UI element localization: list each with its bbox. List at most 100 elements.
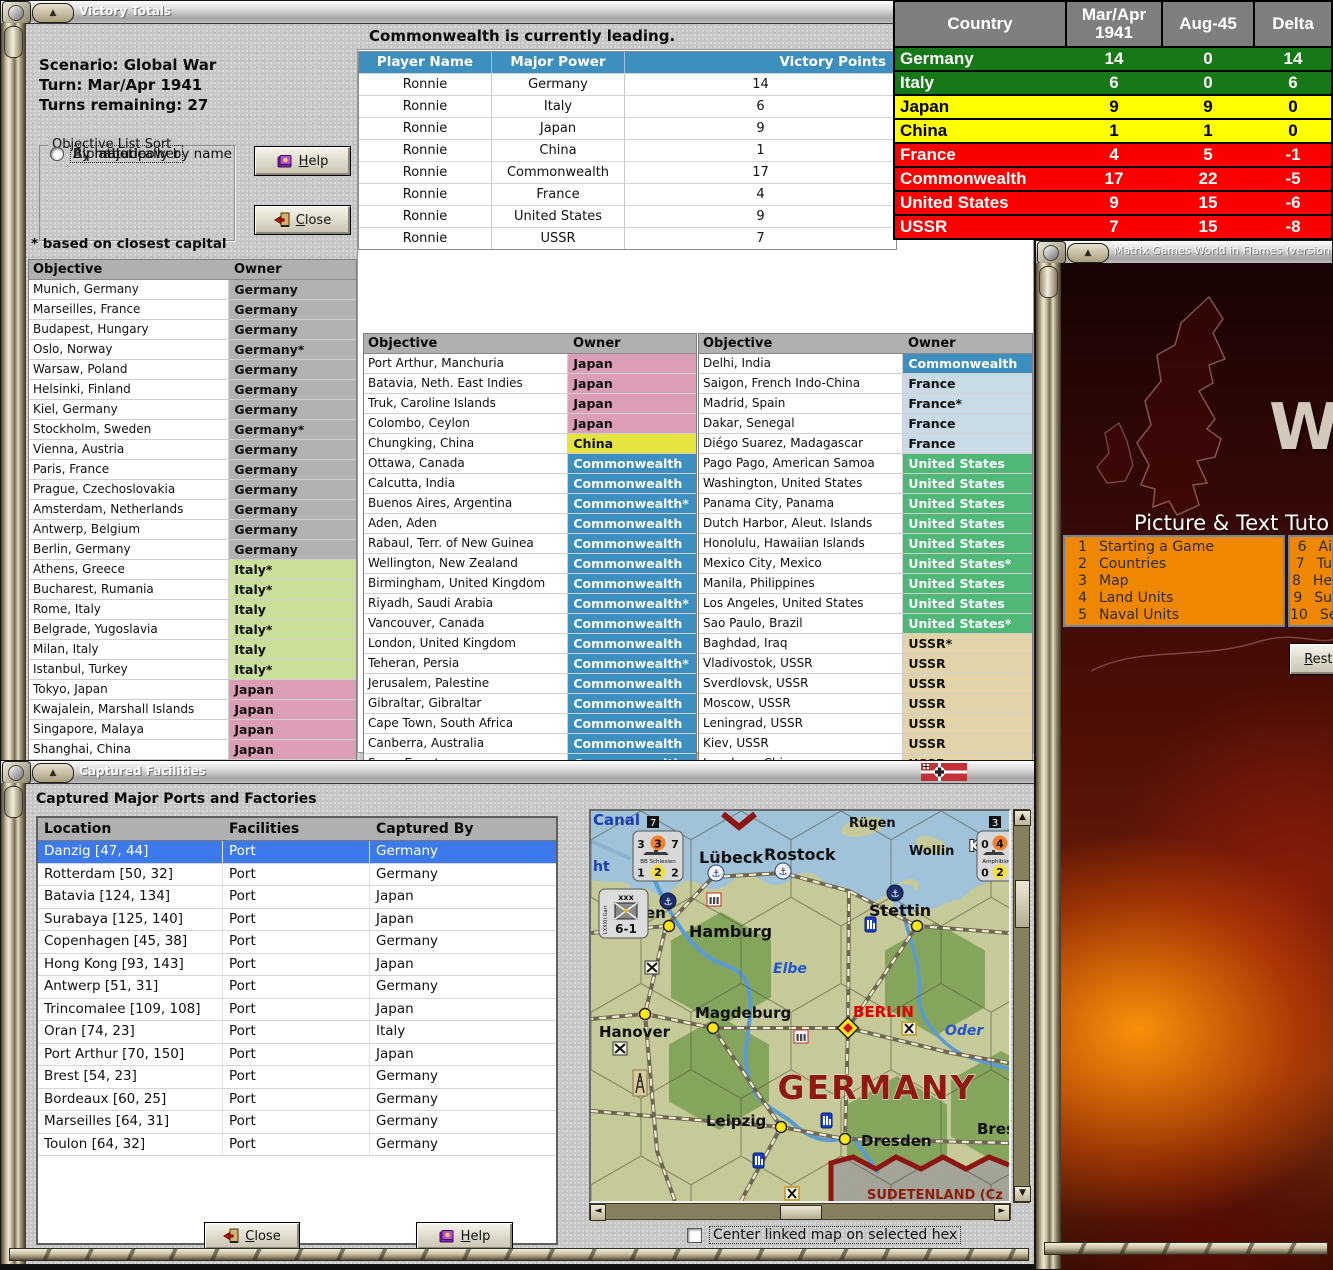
objective-owner: USSR xyxy=(903,674,1032,693)
tutorial-item[interactable]: 4 Land Units xyxy=(1065,590,1283,607)
captured-by: Japan xyxy=(370,999,556,1021)
captured-row[interactable]: Hong Kong [93, 143] Port Japan xyxy=(38,954,556,977)
captured-row[interactable]: Rotterdam [50, 32] Port Germany xyxy=(38,864,556,887)
tutorial-item[interactable]: 3 Map xyxy=(1065,573,1283,590)
victory-titlebar[interactable]: ▲ Victory Totals xyxy=(1,1,1034,24)
objective-name: Manila, Philippines xyxy=(699,574,903,593)
collapse-button[interactable]: ▲ xyxy=(1067,243,1109,263)
objective-row: Budapest, Hungary Germany xyxy=(29,320,356,340)
captured-row[interactable]: Copenhagen [45, 38] Port Germany xyxy=(38,931,556,954)
captured-row[interactable]: Toulon [64, 32] Port Germany xyxy=(38,1134,556,1157)
objective-owner: Commonwealth xyxy=(568,474,696,493)
captured-row[interactable]: Marseilles [64, 31] Port Germany xyxy=(38,1111,556,1134)
objective-row: Moscow, USSR USSR xyxy=(699,694,1032,714)
tutorial-item[interactable]: 7 Tu xyxy=(1290,556,1332,573)
tutorial-item[interactable]: 9 Su xyxy=(1290,590,1332,607)
objective-owner: United States xyxy=(903,534,1032,553)
close-button[interactable]: Close xyxy=(204,1222,300,1250)
captured-row[interactable]: Trincomalee [109, 108] Port Japan xyxy=(38,999,556,1022)
objective-name: Ottawa, Canada xyxy=(364,454,568,473)
turn-line: Turn: Mar/Apr 1941 xyxy=(39,75,216,95)
sort-radio-option[interactable]: By latitude xyxy=(50,146,148,162)
vertical-scroll-thumb[interactable] xyxy=(1015,880,1030,928)
captured-row[interactable]: Danzig [47, 44] Port Germany xyxy=(38,841,556,864)
close-button[interactable]: Close xyxy=(254,205,351,235)
objective-owner: USSR xyxy=(903,734,1032,753)
svg-text:3: 3 xyxy=(992,818,998,829)
location: Copenhagen [45, 38] xyxy=(38,931,223,953)
value-1945: 5 xyxy=(1163,144,1253,166)
objective-table-right: Objective Owner Delhi, India Commonwealt… xyxy=(698,333,1033,775)
captured-row[interactable]: Bordeaux [60, 25] Port Germany xyxy=(38,1089,556,1112)
tutorial-heading: Picture & Text Tuto xyxy=(1134,511,1333,535)
objective-owner: Italy* xyxy=(229,580,356,599)
country-name: Commonwealth xyxy=(895,168,1065,190)
horizontal-scroll-thumb[interactable] xyxy=(780,1205,822,1220)
captured-row[interactable]: Surabaya [125, 140] Port Japan xyxy=(38,909,556,932)
objective-row: Vladivostok, USSR USSR xyxy=(699,654,1032,674)
scroll-left-arrow[interactable]: ◄ xyxy=(590,1204,606,1221)
tutorial-number: 10 xyxy=(1290,607,1308,624)
collapse-button[interactable]: ▲ xyxy=(32,763,74,783)
checkbox-icon[interactable] xyxy=(687,1228,702,1243)
tutorial-item[interactable]: 8 He xyxy=(1290,573,1332,590)
svg-text:Leipzig: Leipzig xyxy=(706,1112,766,1130)
tutorial-item[interactable]: 1 Starting a Game xyxy=(1065,539,1283,556)
delta-value: 0 xyxy=(1255,120,1331,142)
objective-list: Munich, Germany Germany Marseilles, Fran… xyxy=(29,280,356,780)
facility: Port xyxy=(223,931,370,953)
objective-owner: France xyxy=(903,374,1032,393)
objective-row: Vienna, Austria Germany xyxy=(29,440,356,460)
map-vertical-scrollbar[interactable]: ▲ ▼ xyxy=(1013,809,1030,1203)
flames-titlebar[interactable]: ▲ Matrix Games World in Flames (version … xyxy=(1036,241,1332,264)
objective-owner: France xyxy=(903,434,1032,453)
garrison-counter[interactable]: xxx 6-1 LXXXII Garr xyxy=(599,889,648,938)
scroll-up-arrow[interactable]: ▲ xyxy=(1014,810,1031,826)
captured-titlebar[interactable]: ▲ Captured Facilities xyxy=(1,761,1034,784)
objective-name: Athens, Greece xyxy=(29,560,229,579)
help-button[interactable]: Help xyxy=(416,1222,513,1250)
tutorial-label: He xyxy=(1313,573,1332,590)
radio-icon[interactable] xyxy=(50,147,64,161)
major-power: China xyxy=(492,139,625,161)
objective-name: Marseilles, France xyxy=(29,300,229,319)
tutorial-number: 4 xyxy=(1065,590,1087,607)
objective-row: Saigon, French Indo-China France xyxy=(699,374,1032,394)
germany-hex-map[interactable]: ⚓ ⚓ ⚓ ⚓ xyxy=(591,811,1009,1201)
location: Danzig [47, 44] xyxy=(38,841,223,863)
captured-row[interactable]: Antwerp [51, 31] Port Germany xyxy=(38,976,556,999)
objective-name: Panama City, Panama xyxy=(699,494,903,513)
svg-text:LXXXII Garr: LXXXII Garr xyxy=(603,904,609,934)
objective-row: Madrid, Spain France* xyxy=(699,394,1032,414)
restore-button[interactable]: Restor xyxy=(1289,643,1333,675)
window-title: Victory Totals xyxy=(79,4,171,18)
objective-owner: Commonwealth xyxy=(903,354,1032,373)
objective-owner: Commonwealth xyxy=(568,554,696,573)
objective-name: Vancouver, Canada xyxy=(364,614,568,633)
map-horizontal-scrollbar[interactable]: ◄ ► xyxy=(589,1203,1011,1220)
tutorial-item[interactable]: 5 Naval Units xyxy=(1065,607,1283,624)
objective-owner: Italy* xyxy=(229,620,356,639)
captured-row[interactable]: Brest [54, 23] Port Germany xyxy=(38,1066,556,1089)
tutorial-item[interactable]: 2 Countries xyxy=(1065,556,1283,573)
objective-name: Vienna, Austria xyxy=(29,440,229,459)
scroll-right-arrow[interactable]: ► xyxy=(994,1204,1010,1221)
captured-row[interactable]: Oran [74, 23] Port Italy xyxy=(38,1021,556,1044)
objective-name: Madrid, Spain xyxy=(699,394,903,413)
captured-row[interactable]: Port Arthur [70, 150] Port Japan xyxy=(38,1044,556,1067)
center-map-option[interactable]: Center linked map on selected hex xyxy=(687,1227,960,1243)
objective-row: Gibraltar, Gibraltar Commonwealth xyxy=(364,694,696,714)
svg-text:Oder: Oder xyxy=(945,1023,984,1039)
scroll-down-arrow[interactable]: ▼ xyxy=(1014,1186,1031,1202)
tutorial-item[interactable]: 10 Se xyxy=(1290,607,1332,624)
objective-owner: Germany xyxy=(229,300,356,319)
world-in-flames-window: ▲ Matrix Games World in Flames (version … xyxy=(1035,240,1333,1270)
collapse-button[interactable]: ▲ xyxy=(32,3,74,23)
objective-row: Antwerp, Belgium Germany xyxy=(29,520,356,540)
tutorial-item[interactable]: 6 Ai xyxy=(1290,539,1332,556)
comparison-header: Country Mar/Apr 1941 Aug-45 Delta xyxy=(895,2,1331,46)
objective-name: Leningrad, USSR xyxy=(699,714,903,733)
help-button[interactable]: Help xyxy=(254,146,351,176)
captured-row[interactable]: Batavia [124, 134] Port Japan xyxy=(38,886,556,909)
svg-text:Hanover: Hanover xyxy=(599,1023,671,1041)
